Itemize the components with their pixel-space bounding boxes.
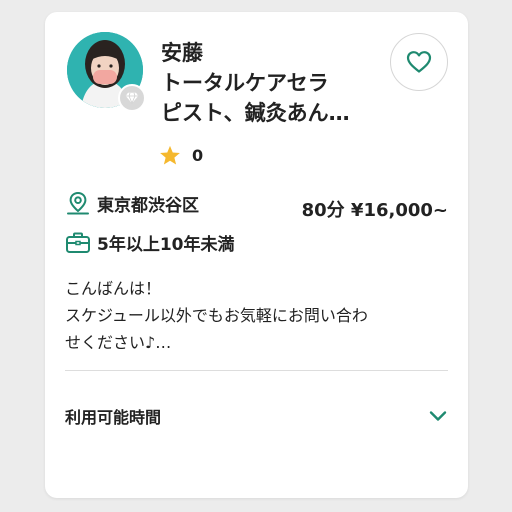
rating: 0 <box>159 145 203 166</box>
chevron-down-icon[interactable] <box>428 409 448 423</box>
star-icon <box>160 145 180 165</box>
availability-toggle[interactable]: 利用可能時間 <box>65 396 448 436</box>
heart-icon <box>406 51 432 73</box>
experience-text: 5年以上10年未満 <box>97 235 235 255</box>
experience: 5年以上10年未満 <box>65 230 235 255</box>
location: 東京都渋谷区 <box>65 190 199 216</box>
message-line: こんばんは！ <box>65 279 162 298</box>
price: 80分 ¥16,000~ <box>301 200 448 221</box>
location-text: 東京都渋谷区 <box>97 195 199 216</box>
location-pin-icon <box>67 191 89 215</box>
briefcase-icon <box>66 232 90 253</box>
message-preview: こんばんは！ スケジュール以外でもお気軽にお問い合わ せください♪… <box>65 275 455 356</box>
divider <box>65 370 448 371</box>
therapist-name-block[interactable]: 安藤 トータルケアセラ ピスト、鍼灸あん… <box>161 38 381 128</box>
diamond-badge-icon <box>118 84 146 112</box>
therapist-name: 安藤 <box>161 41 203 65</box>
therapist-title-line2: ピスト、鍼灸あん… <box>161 101 350 125</box>
therapist-title-line1: トータルケアセラ <box>161 71 329 95</box>
availability-label: 利用可能時間 <box>65 408 162 427</box>
message-line: スケジュール以外でもお気軽にお問い合わ <box>65 306 368 325</box>
message-line: せください♪… <box>65 333 172 352</box>
therapist-card[interactable]: 安藤 トータルケアセラ ピスト、鍼灸あん… 0 東京都渋谷区 80分 ¥16,0… <box>45 12 468 498</box>
rating-count: 0 <box>192 146 204 165</box>
favorite-button[interactable] <box>390 33 448 91</box>
